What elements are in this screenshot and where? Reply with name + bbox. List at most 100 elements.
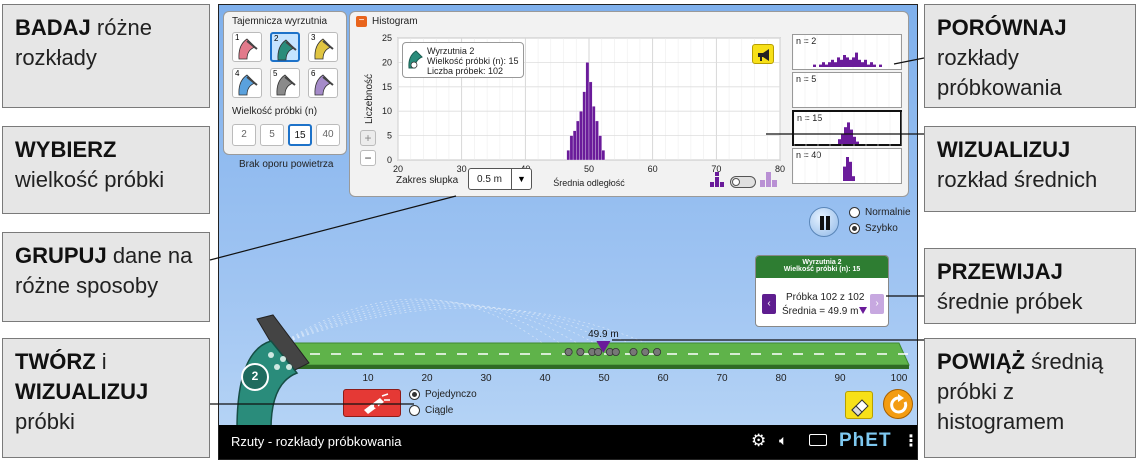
- sound-icon[interactable]: 🔈︎: [779, 432, 787, 449]
- gear-icon[interactable]: ⚙: [751, 431, 766, 451]
- keyboard-icon[interactable]: [809, 434, 827, 446]
- mode-continuous-radio[interactable]: [409, 405, 420, 416]
- projectile: [576, 348, 585, 357]
- sonify-button[interactable]: [752, 44, 774, 64]
- navigation-bar: Rzuty - rozkłady próbkowania ⚙ 🔈︎ PhET ⋮: [219, 425, 917, 459]
- launcher-4-button[interactable]: 4: [232, 68, 262, 98]
- sample-size-2-button[interactable]: 2: [232, 124, 256, 146]
- zoom-out-button[interactable]: −: [360, 150, 376, 166]
- mini-bar: [844, 127, 847, 144]
- field-tick-label: 90: [834, 373, 846, 384]
- histogram-bar: [588, 81, 593, 161]
- histogram-collapse-button[interactable]: −: [356, 16, 367, 27]
- field-tick-label: 40: [539, 373, 551, 384]
- mini-bar: [834, 62, 837, 67]
- launcher-5-button[interactable]: 5: [270, 68, 300, 98]
- launcher-3-button[interactable]: 3: [308, 32, 338, 62]
- mini-histogram-3[interactable]: n = 40: [792, 148, 902, 184]
- eraser-button[interactable]: [845, 391, 873, 419]
- field-tick-label: 50: [598, 373, 610, 384]
- callout-group-bold: GRUPUJ: [15, 243, 107, 268]
- launcher-6-button[interactable]: 6: [308, 68, 338, 98]
- launch-icon: [364, 393, 390, 414]
- mode-continuous-label: Ciągle: [425, 405, 454, 416]
- mini-bar: [879, 64, 882, 67]
- mini-bar: [853, 136, 856, 144]
- mini-histogram-chart: [794, 112, 902, 146]
- reset-all-button[interactable]: [883, 389, 913, 419]
- air-resistance-label: Brak oporu powietrza: [239, 159, 334, 170]
- histogram-panel: − Histogram 203040506070800510152025Licz…: [349, 11, 909, 197]
- sample-size-5-button[interactable]: 5: [260, 124, 284, 146]
- field-tick-label: 70: [716, 373, 728, 384]
- bin-width-value: 0.5 m: [477, 174, 503, 185]
- mini-bar: [852, 176, 855, 181]
- sample-size-40-button[interactable]: 40: [316, 124, 340, 146]
- mini-bar: [843, 55, 846, 67]
- phet-logo[interactable]: PhET: [839, 430, 892, 452]
- mini-histogram-0[interactable]: n = 2: [792, 34, 902, 70]
- mini-bar: [840, 59, 843, 67]
- eraser-icon: [851, 399, 869, 417]
- launcher-4-icon: [238, 74, 258, 96]
- mini-bar: [843, 166, 846, 181]
- mini-bar: [828, 62, 831, 67]
- launcher-2-button[interactable]: 2: [270, 32, 300, 62]
- speed-fast-radio[interactable]: [849, 223, 860, 234]
- mini-bar: [825, 64, 828, 67]
- mode-single-label: Pojedynczo: [425, 389, 477, 400]
- callout-choose-bold: WYBIERZ: [15, 137, 117, 162]
- y-tick-label: 25: [382, 33, 392, 43]
- mini-bar: [831, 59, 834, 67]
- projectile: [611, 348, 620, 357]
- speed-normal-radio[interactable]: [849, 207, 860, 218]
- callout-create-bold2: WIZUALIZUJ: [15, 379, 149, 404]
- x-axis-label: Średnia odległość: [553, 177, 625, 188]
- mini-bar: [822, 62, 825, 67]
- histogram-bar: [566, 150, 571, 161]
- zoom-in-button[interactable]: +: [360, 130, 376, 146]
- callout-visualize-text: rozkład średnich: [937, 167, 1098, 192]
- callout-choose-text: wielkość próbki: [15, 167, 165, 192]
- histogram-legend: Wyrzutnia 2 Wielkość próbki (n): 15 Licz…: [402, 42, 524, 78]
- field-tick-label: 20: [421, 373, 433, 384]
- app-title: Rzuty - rozkłady próbkowania: [231, 434, 402, 449]
- mini-bar: [855, 52, 858, 67]
- callout-visualize: WIZUALIZUJ rozkład średnich: [924, 126, 1136, 212]
- launcher-1-icon: [238, 38, 258, 60]
- legend-line-3: Liczba próbek: 102: [427, 66, 504, 76]
- trajectory-line: [278, 304, 616, 346]
- mini-bar: [864, 59, 867, 67]
- bin-width-select[interactable]: 0.5 m ▼: [468, 168, 532, 190]
- callout-scroll: PRZEWIJAJ średnie próbek: [924, 248, 1136, 324]
- mini-bar: [838, 139, 841, 144]
- projectile: [594, 348, 603, 357]
- callout-link: POWIĄŻ średnią próbki z histogramem: [924, 338, 1136, 458]
- legend-line-2: Wielkość próbki (n): 15: [427, 56, 519, 66]
- pause-button[interactable]: [809, 207, 839, 237]
- launcher-2-icon: [277, 39, 297, 61]
- representation-toggle[interactable]: [730, 176, 756, 188]
- sample-info-header-1: Wyrzutnia 2: [802, 259, 842, 266]
- mode-single-radio[interactable]: [409, 389, 420, 400]
- sample-size-15-button[interactable]: 15: [288, 124, 312, 146]
- mini-bar: [873, 64, 876, 67]
- mini-bar: [867, 64, 870, 67]
- callout-scroll-bold: PRZEWIJAJ: [937, 259, 1063, 284]
- mini-bar: [849, 161, 852, 181]
- mini-histogram-1[interactable]: n = 5: [792, 72, 902, 108]
- mini-bar: [837, 57, 840, 67]
- callout-explore: BADAJ różne rozkłady: [2, 4, 210, 108]
- launch-button[interactable]: [343, 389, 401, 417]
- launcher-panel-title: Tajemnicza wyrzutnia: [232, 16, 328, 27]
- histogram-bar: [569, 135, 574, 161]
- field-tick-label: 80: [775, 373, 787, 384]
- menu-dots-icon[interactable]: ⋮: [903, 431, 917, 451]
- mini-histogram-2[interactable]: n = 15: [792, 110, 902, 146]
- histogram-bar: [595, 120, 599, 161]
- callout-create: TWÓRZ i WIZUALIZUJ próbki: [2, 338, 210, 458]
- legend-line-1: Wyrzutnia 2: [427, 46, 475, 56]
- launcher-1-button[interactable]: 1: [232, 32, 262, 62]
- mini-bar: [861, 62, 864, 67]
- callout-scroll-text: średnie próbek: [937, 289, 1083, 314]
